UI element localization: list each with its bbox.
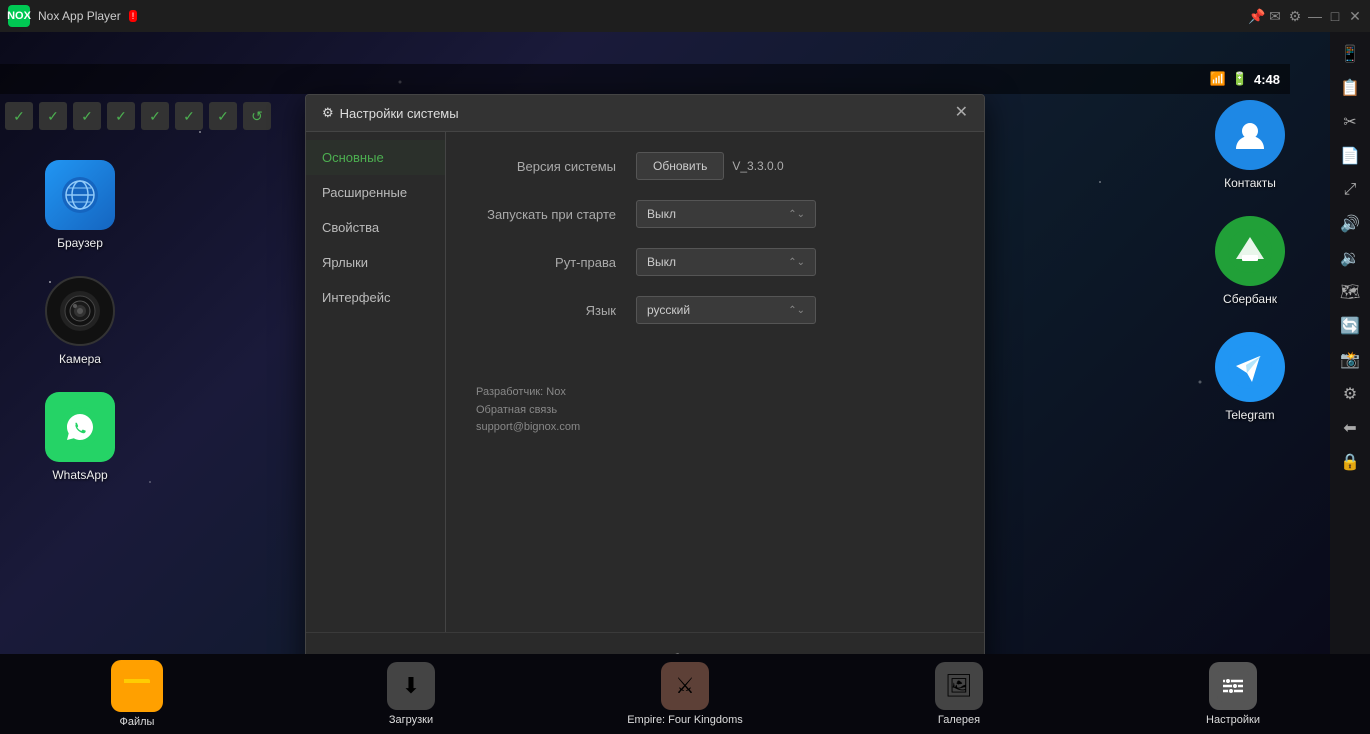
modal-main-content: Версия системы Обновить V_3.3.0.0 Запуск…	[446, 132, 984, 632]
taskbar-downloads[interactable]: ⬇ Загрузки	[274, 662, 548, 726]
language-value: русский	[647, 303, 690, 317]
right-sidebar: 📱 📋 ✂ 📄 ⤢ 🔊 🔉 🗺 🔄 📸 ⚙ ⬅ 🔒	[1330, 32, 1370, 654]
sidebar-volume-down-icon[interactable]: 🔉	[1336, 244, 1364, 272]
language-row: Язык русский ⌃⌄	[476, 296, 954, 324]
reset-button[interactable]: Сбросить и сохранить	[653, 645, 807, 654]
sidebar-doc-icon[interactable]: 📄	[1336, 142, 1364, 170]
minimize-button[interactable]: —	[1308, 9, 1322, 23]
app-title: Nox App Player	[38, 9, 121, 23]
settings-taskbar-icon	[1209, 662, 1257, 710]
modal-overlay: ⚙ Настройки системы ✕ Основные Расширенн…	[0, 64, 1290, 574]
root-value: Выкл	[647, 255, 676, 269]
language-label: Язык	[476, 303, 616, 318]
settings-gear-icon: ⚙	[322, 105, 334, 121]
downloads-label: Загрузки	[389, 714, 433, 726]
files-icon	[111, 660, 163, 712]
taskbar-settings[interactable]: Настройки	[1096, 662, 1370, 726]
modal-header: ⚙ Настройки системы ✕	[306, 95, 984, 132]
settings-title-button[interactable]: ⚙	[1288, 9, 1302, 23]
empire-icon: ⚔	[661, 662, 709, 710]
settings-modal: ⚙ Настройки системы ✕ Основные Расширенн…	[305, 94, 985, 654]
gallery-icon: 🖼	[935, 662, 983, 710]
close-button[interactable]: ✕	[1348, 9, 1362, 23]
startup-row: Запускать при старте Выкл ⌃⌄	[476, 200, 954, 228]
startup-dropdown[interactable]: Выкл ⌃⌄	[636, 200, 816, 228]
footer-email: support@bignox.com	[476, 419, 954, 437]
modal-sidebar: Основные Расширенные Свойства Ярлыки Инт…	[306, 132, 446, 632]
nav-advanced[interactable]: Расширенные	[306, 175, 445, 210]
sidebar-back-icon[interactable]: ⬅	[1336, 414, 1364, 442]
nav-interface[interactable]: Интерфейс	[306, 280, 445, 315]
settings-taskbar-label: Настройки	[1206, 714, 1260, 726]
sidebar-phone-icon[interactable]: 📱	[1336, 40, 1364, 68]
modal-close-button[interactable]: ✕	[955, 105, 968, 121]
sidebar-expand-icon[interactable]: ⤢	[1336, 176, 1364, 204]
footer-info-section: Разработчик: Nox Обратная связь support@…	[476, 384, 954, 437]
language-arrow-icon: ⌃⌄	[788, 305, 805, 316]
desktop: 📶 🔋 4:48 ✓ ✓ ✓ ✓ ✓ ✓ ✓ ↺ Брау	[0, 32, 1330, 654]
taskbar-files[interactable]: Файлы	[0, 660, 274, 728]
title-bar-left: NOX Nox App Player !	[8, 5, 137, 27]
modal-body: Основные Расширенные Свойства Ярлыки Инт…	[306, 132, 984, 632]
root-arrow-icon: ⌃⌄	[788, 257, 805, 268]
root-row: Рут-права Выкл ⌃⌄	[476, 248, 954, 276]
sidebar-screenshot-icon[interactable]: 📸	[1336, 346, 1364, 374]
sidebar-settings-icon[interactable]: ⚙	[1336, 380, 1364, 408]
update-button[interactable]: Обновить	[636, 152, 724, 180]
files-label: Файлы	[120, 716, 155, 728]
root-dropdown[interactable]: Выкл ⌃⌄	[636, 248, 816, 276]
taskbar: Файлы ⬇ Загрузки ⚔ Empire: Four Kingdoms…	[0, 654, 1370, 734]
taskbar-empire[interactable]: ⚔ Empire: Four Kingdoms	[548, 662, 822, 726]
nox-logo: NOX	[8, 5, 30, 27]
nav-shortcuts[interactable]: Ярлыки	[306, 245, 445, 280]
sidebar-clipboard-icon[interactable]: 📋	[1336, 74, 1364, 102]
window-controls: 📌 ✉ ⚙ — □ ✕	[1248, 9, 1362, 23]
empire-label: Empire: Four Kingdoms	[627, 714, 743, 726]
sidebar-volume-up-icon[interactable]: 🔊	[1336, 210, 1364, 238]
taskbar-gallery[interactable]: 🖼 Галерея	[822, 662, 1096, 726]
root-label: Рут-права	[476, 255, 616, 270]
modal-title-text: Настройки системы	[340, 106, 459, 121]
version-label: Версия системы	[476, 159, 616, 174]
footer-dev: Разработчик: Nox	[476, 384, 954, 402]
mail-button[interactable]: ✉	[1268, 9, 1282, 23]
startup-label: Запускать при старте	[476, 207, 616, 222]
modal-title-container: ⚙ Настройки системы	[322, 105, 459, 121]
version-value: V_3.3.0.0	[732, 159, 783, 173]
version-row: Версия системы Обновить V_3.3.0.0	[476, 152, 954, 180]
title-bar: NOX Nox App Player ! 📌 ✉ ⚙ — □ ✕	[0, 0, 1370, 32]
root-control: Выкл ⌃⌄	[636, 248, 954, 276]
language-dropdown[interactable]: русский ⌃⌄	[636, 296, 816, 324]
pin-button[interactable]: 📌	[1248, 9, 1262, 23]
nav-properties[interactable]: Свойства	[306, 210, 445, 245]
save-button[interactable]: Сохранить изменения	[483, 645, 637, 654]
footer-feedback: Обратная связь	[476, 402, 954, 420]
notification-badge: !	[129, 10, 138, 22]
downloads-icon: ⬇	[387, 662, 435, 710]
nav-basic[interactable]: Основные	[306, 140, 445, 175]
maximize-button[interactable]: □	[1328, 9, 1342, 23]
sidebar-rotate-icon[interactable]: 🔄	[1336, 312, 1364, 340]
gallery-label: Галерея	[938, 714, 980, 726]
startup-value: Выкл	[647, 207, 676, 221]
version-control: Обновить V_3.3.0.0	[636, 152, 954, 180]
modal-actions: Сохранить изменения Сбросить и сохранить	[306, 632, 984, 654]
startup-control: Выкл ⌃⌄	[636, 200, 954, 228]
sidebar-cut-icon[interactable]: ✂	[1336, 108, 1364, 136]
sidebar-map-icon[interactable]: 🗺	[1336, 278, 1364, 306]
language-control: русский ⌃⌄	[636, 296, 954, 324]
sidebar-lock-icon[interactable]: 🔒	[1336, 448, 1364, 476]
startup-arrow-icon: ⌃⌄	[788, 209, 805, 220]
